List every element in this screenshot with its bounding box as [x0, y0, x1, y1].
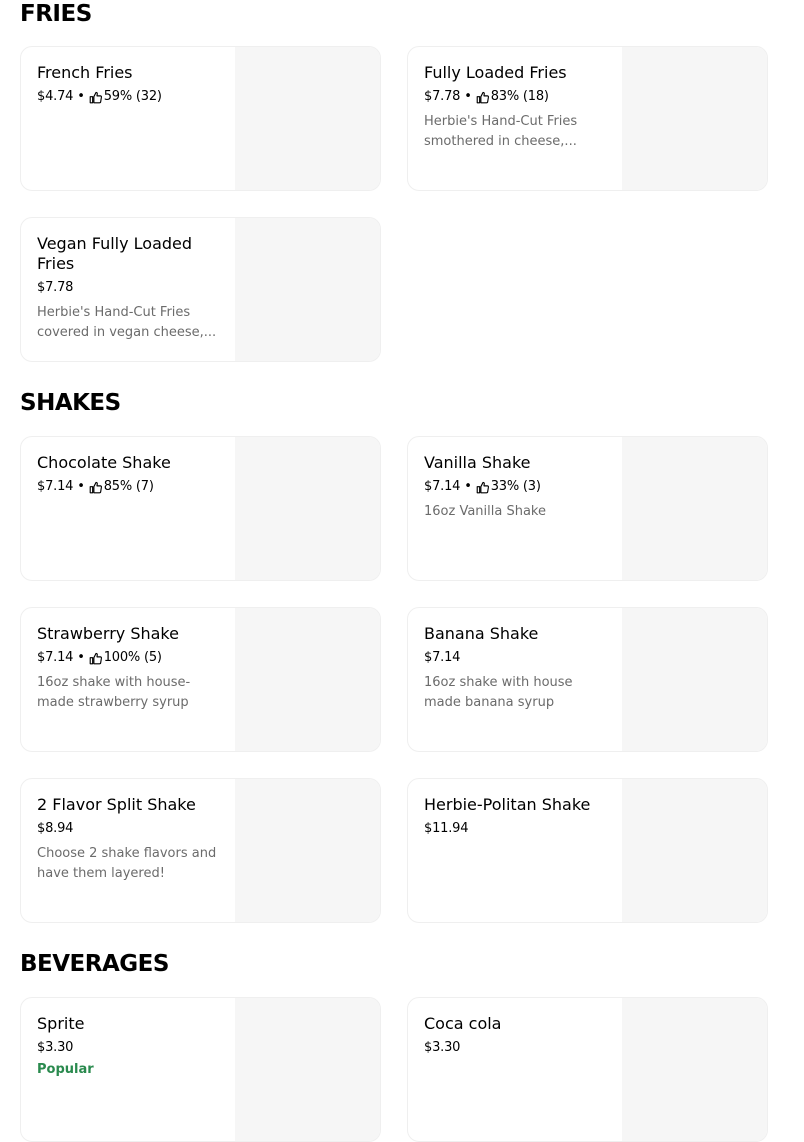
menu-item-meta: $3.30 — [424, 1039, 610, 1057]
thumbs-up-icon — [476, 481, 489, 493]
popular-badge: Popular — [37, 1062, 94, 1077]
menu-item-meta: $11.94 — [424, 820, 610, 838]
menu-item-name: Sprite — [37, 1014, 85, 1033]
menu-item-rating: 33% (3) — [490, 479, 541, 494]
menu-item-price: $3.30 — [424, 1040, 461, 1055]
menu-item-name: Coca cola — [424, 1014, 502, 1033]
menu-item-meta: $3.30 — [37, 1039, 223, 1057]
menu-item-image — [235, 779, 380, 922]
meta-separator: • — [77, 89, 85, 104]
menu-item-price: $7.14 — [424, 650, 461, 665]
menu-item-name: Strawberry Shake — [37, 624, 179, 643]
menu-item-price: $3.30 — [37, 1040, 74, 1055]
menu-item-meta: $7.14 • 85% (7) — [37, 478, 223, 496]
menu-item-meta: $7.78 • 83% (18) — [424, 88, 610, 106]
menu-item-rating: 83% (18) — [490, 89, 549, 104]
menu-item-price: $11.94 — [424, 821, 469, 836]
menu-item-info: 2 Flavor Split Shake $8.94 Choose 2 shak… — [37, 795, 223, 884]
menu-item-image — [622, 47, 767, 190]
thumbs-up-icon — [89, 481, 102, 493]
menu-item-card[interactable]: Sprite $3.30 Popular — [20, 997, 381, 1142]
section-title-shakes: SHAKES — [20, 390, 121, 416]
menu-item-price: $7.78 — [37, 280, 74, 295]
menu-item-price: $7.14 — [424, 479, 461, 494]
menu-item-name: Banana Shake — [424, 624, 539, 643]
menu-item-meta: $7.14 — [424, 649, 610, 667]
menu-item-info: Herbie-Politan Shake $11.94 — [424, 795, 610, 838]
menu-item-image — [235, 47, 380, 190]
menu-item-meta: $8.94 — [37, 820, 223, 838]
menu-item-info: Fully Loaded Fries $7.78 • 83% (18) Herb… — [424, 63, 610, 152]
menu-item-name: Vegan Fully Loaded Fries — [37, 234, 193, 273]
meta-separator: • — [77, 479, 85, 494]
thumbs-up-icon — [89, 91, 102, 103]
menu-item-rating: 100% (5) — [103, 650, 162, 665]
menu-item-name: Chocolate Shake — [37, 453, 171, 472]
meta-separator: • — [464, 89, 472, 104]
menu-item-image — [235, 608, 380, 751]
menu-item-image — [235, 437, 380, 580]
menu-item-info: Vegan Fully Loaded Fries $7.78 Herbie's … — [37, 234, 223, 343]
menu-item-description: Choose 2 shake flavors and have them lay… — [37, 846, 217, 881]
menu-item-meta: $7.14 • 100% (5) — [37, 649, 223, 667]
meta-separator: • — [77, 650, 85, 665]
menu-item-card[interactable]: Strawberry Shake $7.14 • 100% (5) 16oz s… — [20, 607, 381, 752]
menu-item-rating: 85% (7) — [103, 479, 154, 494]
menu-item-description: Herbie's Hand-Cut Fries covered in vegan… — [37, 305, 217, 340]
menu-item-image — [622, 608, 767, 751]
menu-item-image — [622, 779, 767, 922]
menu-item-name: French Fries — [37, 63, 133, 82]
menu-item-price: $7.14 — [37, 650, 74, 665]
menu-item-description: 16oz shake with house made banana syrup — [424, 675, 573, 710]
menu-item-price: $7.14 — [37, 479, 74, 494]
thumbs-up-icon — [89, 652, 102, 664]
menu-item-card[interactable]: Herbie-Politan Shake $11.94 — [407, 778, 768, 923]
menu-item-card[interactable]: Vegan Fully Loaded Fries $7.78 Herbie's … — [20, 217, 381, 362]
menu-item-info: Sprite $3.30 Popular — [37, 1014, 223, 1079]
menu-item-info: Strawberry Shake $7.14 • 100% (5) 16oz s… — [37, 624, 223, 713]
menu-item-description: Herbie's Hand-Cut Fries smothered in che… — [424, 114, 578, 149]
menu-item-card[interactable]: Chocolate Shake $7.14 • 85% (7) — [20, 436, 381, 581]
menu-item-rating: 59% (32) — [103, 89, 162, 104]
menu-item-meta: $4.74 • 59% (32) — [37, 88, 223, 106]
thumbs-up-icon — [476, 91, 489, 103]
menu-item-card[interactable]: Coca cola $3.30 — [407, 997, 768, 1142]
menu-item-price: $7.78 — [424, 89, 461, 104]
menu-item-card[interactable]: Banana Shake $7.14 16oz shake with house… — [407, 607, 768, 752]
menu-item-info: Banana Shake $7.14 16oz shake with house… — [424, 624, 610, 713]
menu-item-name: Fully Loaded Fries — [424, 63, 567, 82]
menu-item-card[interactable]: 2 Flavor Split Shake $8.94 Choose 2 shak… — [20, 778, 381, 923]
menu-item-info: Vanilla Shake $7.14 • 33% (3) 16oz Vanil… — [424, 453, 610, 522]
menu-item-description: 16oz shake with house-made strawberry sy… — [37, 675, 191, 710]
menu-item-image — [622, 437, 767, 580]
menu-item-info: Coca cola $3.30 — [424, 1014, 610, 1057]
menu-item-card[interactable]: French Fries $4.74 • 59% (32) — [20, 46, 381, 191]
menu-item-info: Chocolate Shake $7.14 • 85% (7) — [37, 453, 223, 496]
section-title-beverages: BEVERAGES — [20, 951, 169, 977]
menu-item-description: 16oz Vanilla Shake — [424, 504, 546, 519]
section-title-fries: FRIES — [20, 1, 92, 27]
menu-item-meta: $7.78 — [37, 279, 223, 297]
menu-item-card[interactable]: Fully Loaded Fries $7.78 • 83% (18) Herb… — [407, 46, 768, 191]
menu-item-card[interactable]: Vanilla Shake $7.14 • 33% (3) 16oz Vanil… — [407, 436, 768, 581]
menu-item-info: French Fries $4.74 • 59% (32) — [37, 63, 223, 106]
menu-item-name: Vanilla Shake — [424, 453, 531, 472]
menu-item-name: 2 Flavor Split Shake — [37, 795, 196, 814]
menu-item-name: Herbie-Politan Shake — [424, 795, 591, 814]
menu-item-meta: $7.14 • 33% (3) — [424, 478, 610, 496]
menu-item-price: $8.94 — [37, 821, 74, 836]
menu-item-image — [235, 218, 380, 361]
menu-item-price: $4.74 — [37, 89, 74, 104]
meta-separator: • — [464, 479, 472, 494]
